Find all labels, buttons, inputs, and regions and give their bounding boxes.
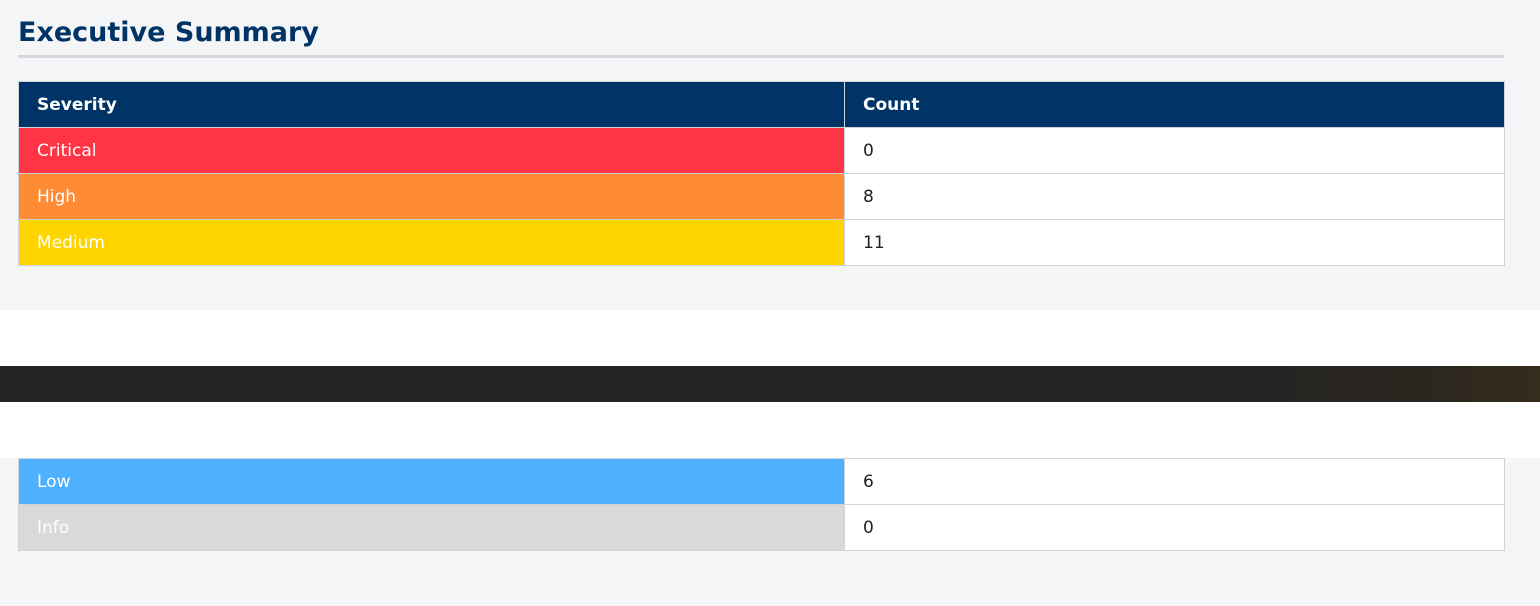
- dark-band: [0, 366, 1540, 402]
- severity-cell-info: Info: [18, 504, 845, 551]
- count-cell-critical: 0: [844, 127, 1505, 174]
- severity-table-continued: Low 6 Info 0: [18, 458, 1505, 551]
- table-row: Medium 11: [18, 219, 1505, 266]
- count-cell-medium: 11: [844, 219, 1505, 266]
- table-row: Info 0: [18, 504, 1505, 551]
- count-cell-low: 6: [844, 458, 1505, 505]
- page-title: Executive Summary: [18, 17, 319, 48]
- count-column-header: Count: [844, 81, 1505, 128]
- page-gap: [0, 310, 1540, 366]
- severity-cell-medium: Medium: [18, 219, 845, 266]
- count-cell-high: 8: [844, 173, 1505, 220]
- table-header-row: Severity Count: [18, 81, 1505, 128]
- table-row: Critical 0: [18, 127, 1505, 174]
- table-row: High 8: [18, 173, 1505, 220]
- title-divider: [18, 55, 1504, 58]
- severity-cell-high: High: [18, 173, 845, 220]
- page-gap: [0, 402, 1540, 458]
- severity-cell-low: Low: [18, 458, 845, 505]
- severity-cell-critical: Critical: [18, 127, 845, 174]
- table-row: Low 6: [18, 458, 1505, 505]
- severity-table: Severity Count Critical 0 High 8 Medium …: [18, 81, 1505, 266]
- severity-column-header: Severity: [18, 81, 845, 128]
- count-cell-info: 0: [844, 504, 1505, 551]
